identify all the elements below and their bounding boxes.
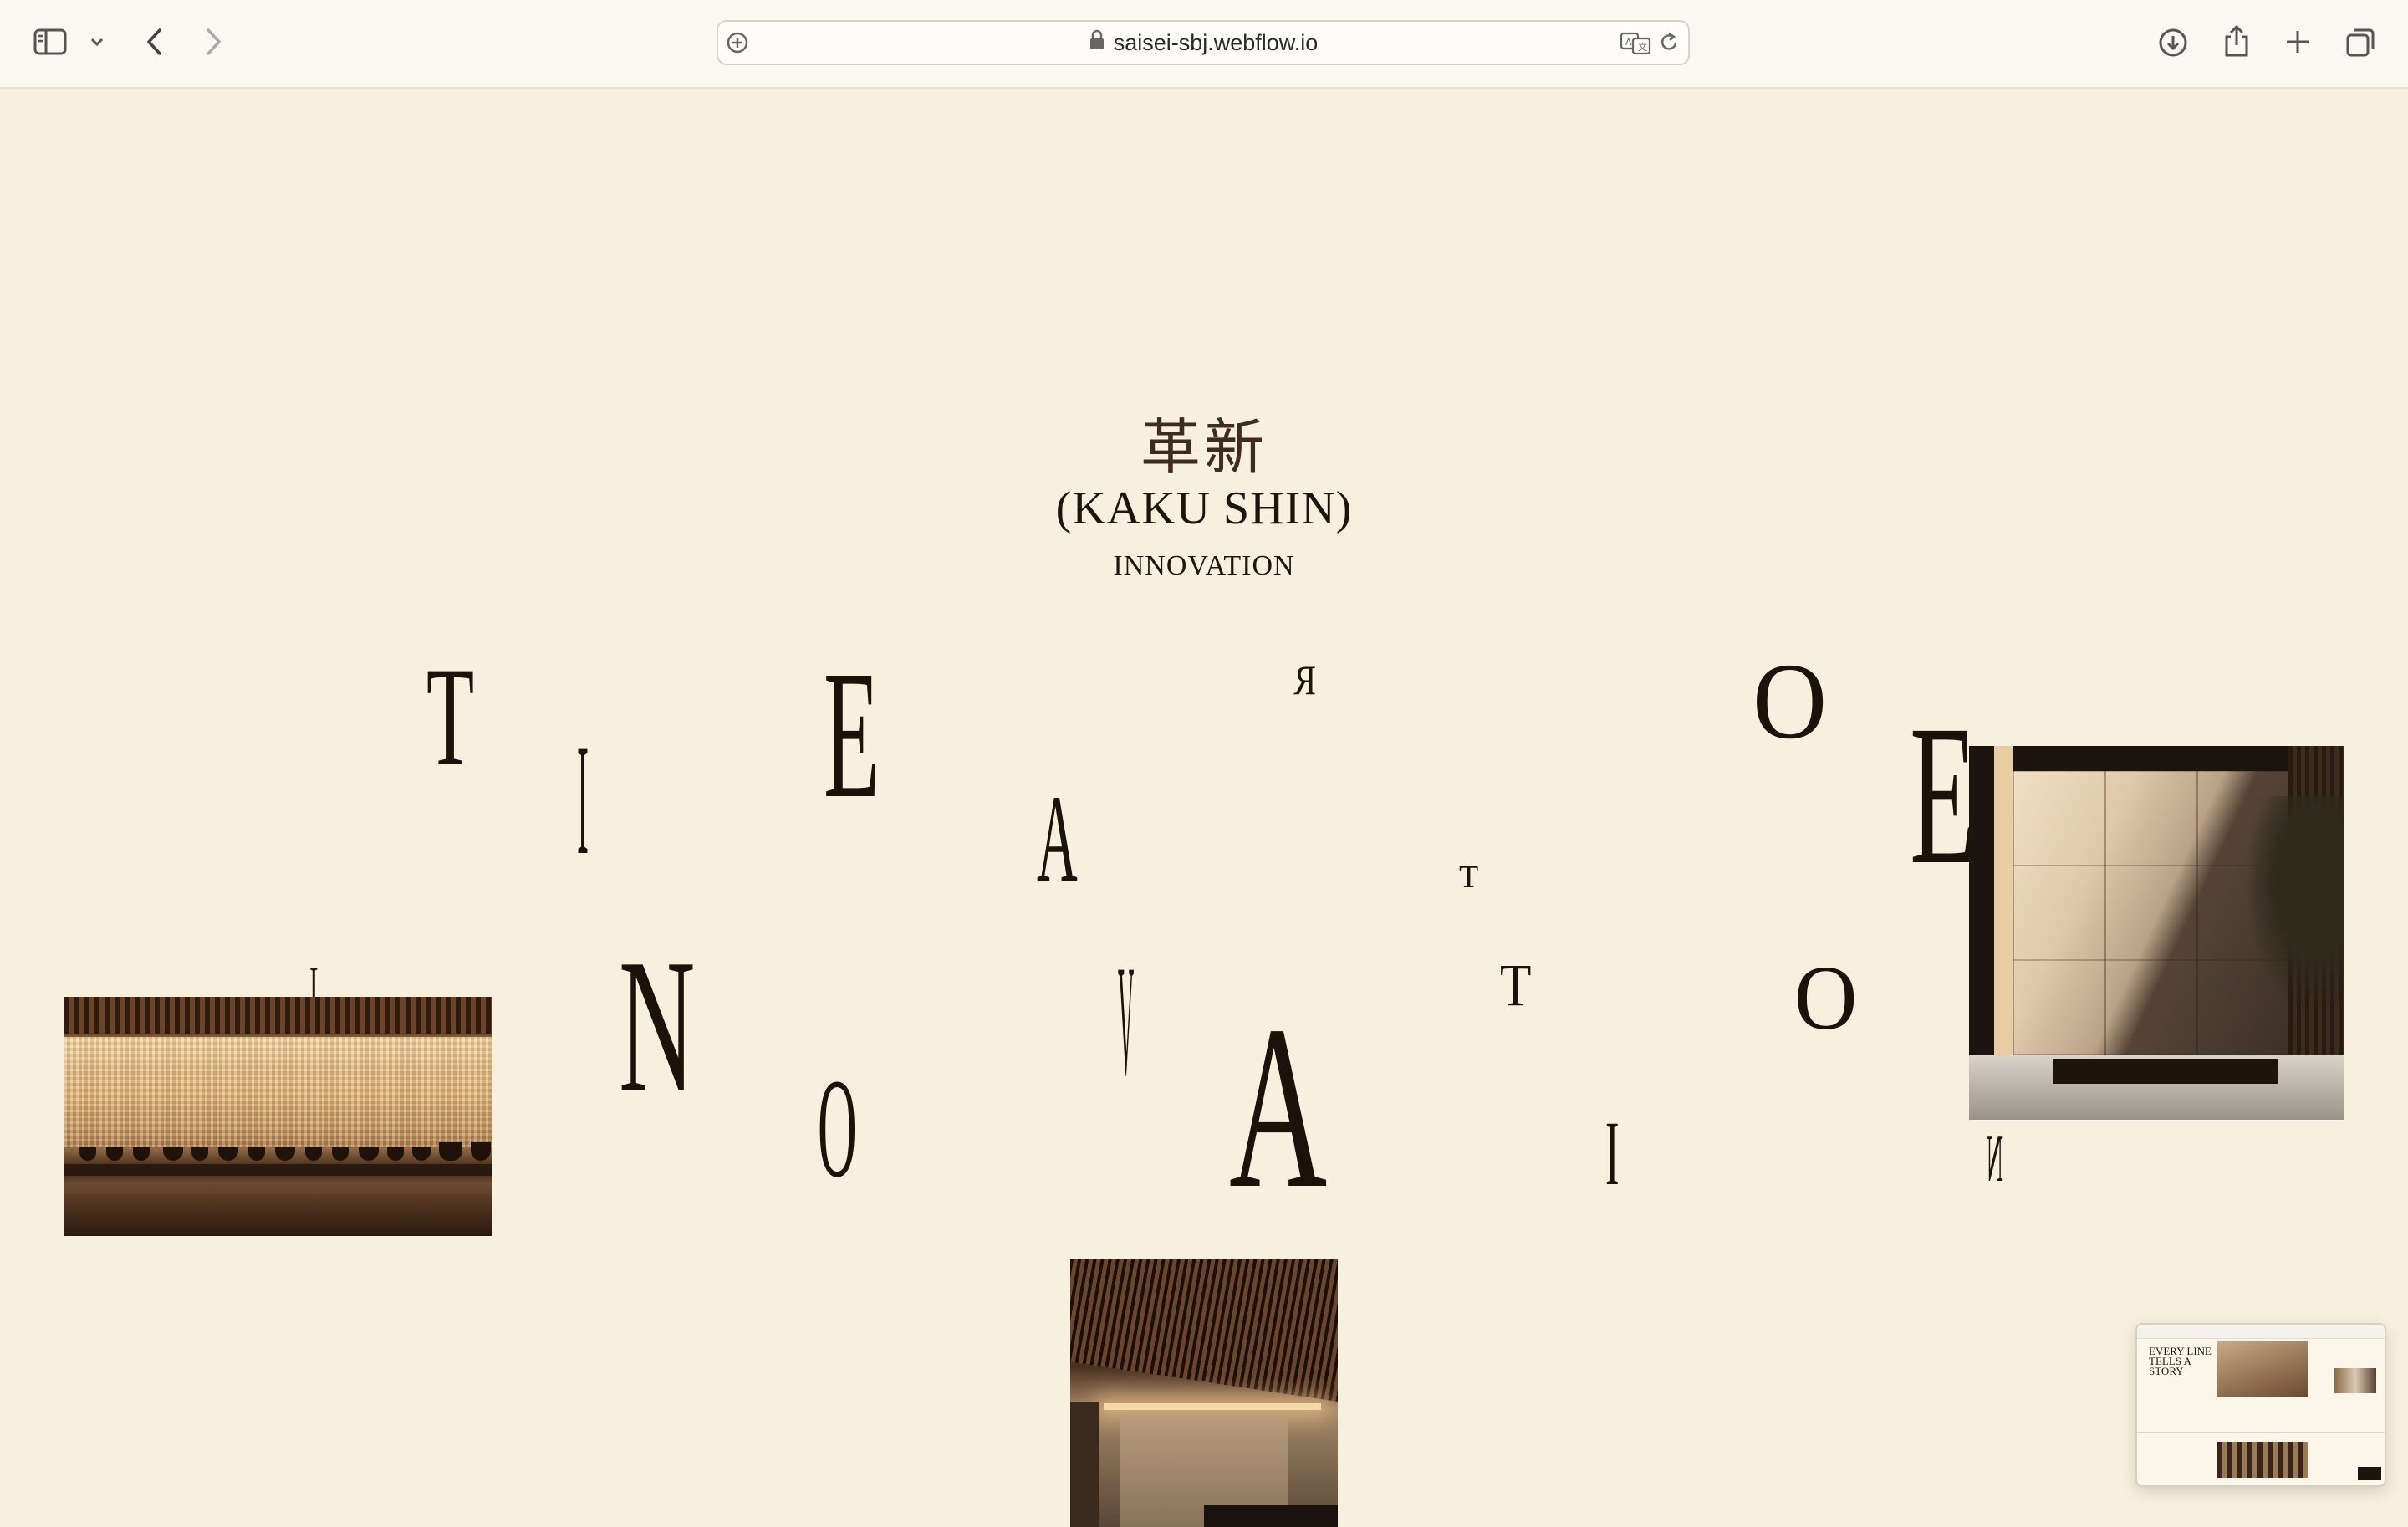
new-tab-icon[interactable] [2281,25,2314,59]
hero-reading: (KAKU SHIN) [1055,483,1353,534]
url-text: saisei-sbj.webflow.io [1113,29,1319,55]
thumbnail-image [2217,1341,2308,1397]
share-icon[interactable] [2219,22,2254,60]
scatter-letter: T [426,638,475,795]
scatter-letter: A [1037,769,1078,908]
scatter-letter: I [577,712,589,888]
chevron-down-icon[interactable] [87,33,107,50]
bar-interior-image [64,997,492,1236]
back-icon[interactable] [140,25,167,59]
sidebar-icon[interactable] [32,27,69,57]
thumbnail-title: EVERY LINE TELLS A STORY [2149,1345,2212,1377]
scatter-letter: O [818,1049,857,1207]
scatter-letter: N [1986,1122,2003,1196]
scatter-letter: O [1794,947,1858,1049]
scatter-letter: T [1500,952,1532,1019]
scatter-letter: E [1910,683,1977,906]
scatter-letter: V [1118,933,1135,1109]
lock-icon [1089,29,1105,57]
forward-icon[interactable] [201,25,227,59]
thumbnail-image [2358,1467,2381,1480]
download-icon[interactable] [2155,25,2191,60]
scatter-letter: E [824,632,880,836]
translate-icon[interactable]: A文 [1620,30,1653,55]
thumbnail-image [2217,1442,2308,1478]
svg-text:A: A [1625,37,1632,48]
scatter-letter: I [1605,1102,1620,1204]
scatter-letter: R [1293,656,1316,703]
scatter-letter: N [619,919,696,1132]
reload-icon[interactable] [1656,30,1681,55]
browser-toolbar: saisei-sbj.webflow.io A文 [0,0,2408,89]
address-bar[interactable]: saisei-sbj.webflow.io A文 [717,20,1690,65]
tab-overview-icon[interactable] [2343,25,2378,60]
hero-translation: INNOVATION [1113,550,1295,581]
svg-text:文: 文 [1638,41,1647,53]
url-display[interactable]: saisei-sbj.webflow.io [718,22,1688,64]
thumbnail-image [2334,1368,2376,1393]
page-preview-thumbnail[interactable]: EVERY LINE TELLS A STORY [2135,1323,2386,1487]
hero-kanji: 革新 [1140,412,1268,483]
scatter-letter: T [1459,860,1479,895]
scatter-letter: A [1229,977,1328,1237]
zen-room-image [1969,746,2344,1120]
page-content: 革新 (KAKU SHIN) INNOVATION T I E A R T O … [0,89,2408,1527]
scatter-letter: O [1752,641,1828,762]
ceiling-corridor-image [1070,1259,1338,1527]
